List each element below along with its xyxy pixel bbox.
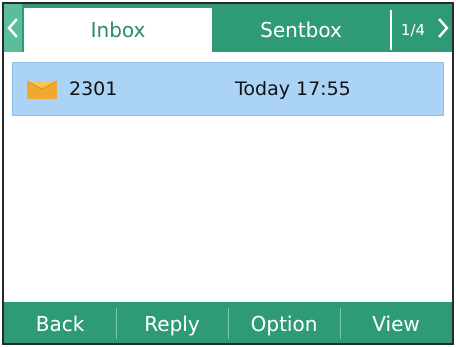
tab-bar: Inbox Sentbox 1/4	[4, 4, 452, 52]
envelope-icon	[26, 80, 58, 103]
chevron-left-icon[interactable]	[4, 4, 22, 52]
message-sender: 2301	[69, 78, 118, 100]
page-indicator: 1/4	[400, 21, 426, 39]
softkey-bar: Back Reply Option View	[4, 302, 452, 343]
option-button[interactable]: Option	[228, 302, 340, 343]
view-button[interactable]: View	[340, 302, 452, 343]
message-time: Today 17:55	[235, 78, 351, 100]
chevron-right-icon[interactable]	[434, 4, 452, 52]
message-row[interactable]: 2301 Today 17:55	[12, 62, 444, 116]
back-button[interactable]: Back	[4, 302, 116, 343]
tab-inbox[interactable]: Inbox	[24, 8, 212, 52]
phone-screen: Inbox Sentbox 1/4 2301 Today 17:55 Back …	[2, 2, 454, 345]
reply-button[interactable]: Reply	[116, 302, 228, 343]
tab-sentbox[interactable]: Sentbox	[212, 8, 390, 52]
message-list: 2301 Today 17:55	[4, 52, 452, 302]
